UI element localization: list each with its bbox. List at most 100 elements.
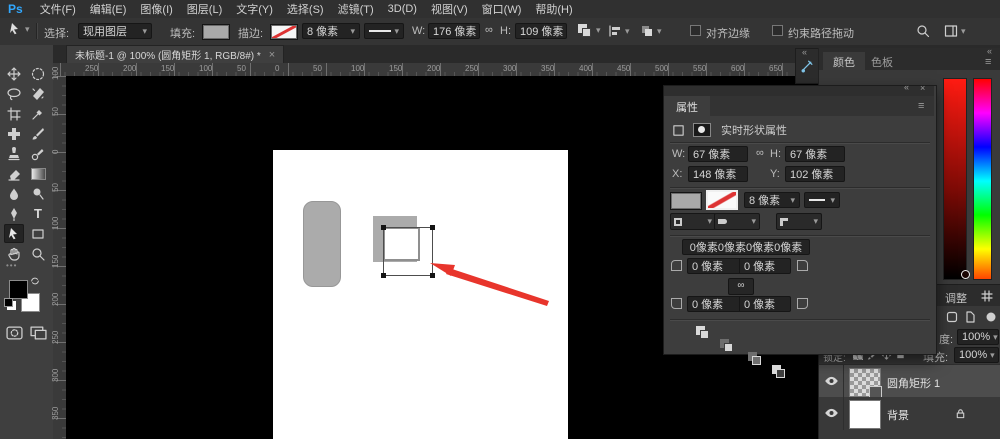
close-panel-icon[interactable]: ×: [920, 83, 925, 93]
width-input[interactable]: 176 像素: [428, 23, 480, 39]
prop-stroke-width-dropdown[interactable]: 8 像素 ▾: [744, 192, 800, 208]
shape-tool[interactable]: [28, 224, 48, 243]
color-spectrum-ramp[interactable]: [973, 78, 992, 280]
tool-preset-button[interactable]: ▾: [8, 22, 30, 36]
stroke-swatch[interactable]: [270, 24, 298, 40]
panel-menu-icon[interactable]: ≡: [918, 100, 924, 112]
menu-window[interactable]: 窗口(W): [475, 0, 529, 19]
close-tab-icon[interactable]: ×: [269, 49, 275, 61]
adjustments-grid-icon[interactable]: [981, 290, 993, 302]
left-ruler[interactable]: 100 50 0 50 100 150 200 250 300 350: [53, 76, 67, 439]
transform-bounding-box[interactable]: [383, 227, 433, 276]
move-tool[interactable]: [4, 64, 24, 83]
stroke-caps-dropdown[interactable]: ▾: [714, 213, 760, 230]
gradient-tool[interactable]: [28, 164, 48, 183]
foreground-color-swatch[interactable]: [9, 280, 28, 299]
filter-pixel-layers-icon[interactable]: [946, 311, 958, 323]
lasso-tool[interactable]: [4, 84, 24, 103]
filter-shape-layers-icon[interactable]: [985, 311, 997, 323]
blur-tool[interactable]: [4, 184, 24, 203]
link-dimensions-icon[interactable]: ∞: [485, 24, 493, 36]
layer-name[interactable]: 圆角矩形 1: [887, 375, 940, 391]
corner-radius-summary-field[interactable]: 0像素0像素0像素0像素: [682, 239, 810, 255]
layer-thumbnail-shape[interactable]: [849, 368, 881, 397]
constrain-drag-checkbox[interactable]: [772, 25, 783, 36]
crop-tool[interactable]: [4, 104, 24, 123]
toolbar-overflow-dots[interactable]: •••: [6, 261, 17, 270]
fill-swatch[interactable]: [202, 24, 230, 40]
menu-3d[interactable]: 3D(D): [381, 1, 424, 17]
select-mode-dropdown[interactable]: 现用图层 ▾: [78, 23, 152, 39]
rounded-rectangle-shape[interactable]: [303, 201, 341, 287]
layer-name[interactable]: 背景: [887, 407, 909, 423]
prop-x-input[interactable]: 148 像素: [688, 166, 748, 182]
healing-brush-tool[interactable]: [4, 124, 24, 143]
menu-layer[interactable]: 图层(L): [180, 0, 229, 19]
stroke-corners-dropdown[interactable]: ▾: [776, 213, 822, 230]
menu-type[interactable]: 文字(Y): [229, 0, 280, 19]
document-tab[interactable]: 未标题-1 @ 100% (圆角矩形 1, RGB/8#) * ×: [66, 45, 284, 63]
tab-properties[interactable]: 属性: [664, 96, 710, 116]
transform-handle[interactable]: [381, 273, 386, 278]
transform-handle[interactable]: [430, 225, 435, 230]
history-brush-tool[interactable]: [28, 144, 48, 163]
transform-handle[interactable]: [381, 225, 386, 230]
zoom-tool[interactable]: [28, 244, 48, 263]
menu-view[interactable]: 视图(V): [424, 0, 475, 19]
filter-adjustment-layers-icon[interactable]: [964, 311, 976, 323]
marquee-tool[interactable]: [28, 64, 48, 83]
prop-w-input[interactable]: 67 像素: [688, 146, 748, 162]
prop-stroke-style-dropdown[interactable]: ▾: [804, 192, 840, 208]
prop-fill-swatch[interactable]: [670, 192, 702, 210]
opacity-dropdown[interactable]: 100% ▾: [957, 329, 999, 345]
eyedropper-tool[interactable]: [28, 104, 48, 123]
transform-handle[interactable]: [430, 273, 435, 278]
menu-image[interactable]: 图像(I): [133, 0, 179, 19]
tab-swatches[interactable]: 色板: [871, 54, 893, 70]
path-alignment-button[interactable]: ▾: [608, 24, 630, 38]
default-colors-icon[interactable]: [4, 298, 13, 307]
prop-h-input[interactable]: 67 像素: [785, 146, 845, 162]
prop-stroke-swatch[interactable]: [706, 190, 738, 210]
pathop-subtract-button[interactable]: [720, 339, 735, 352]
path-arrangement-button[interactable]: ▾: [640, 24, 662, 38]
collapse-panel-icon[interactable]: «: [904, 82, 909, 92]
color-picker-cursor[interactable]: [961, 270, 970, 279]
align-edges-checkbox[interactable]: [690, 25, 701, 36]
quick-selection-tool[interactable]: [28, 84, 48, 103]
collapse-dock-icon[interactable]: «: [802, 47, 807, 57]
swap-colors-icon[interactable]: [30, 276, 40, 286]
properties-panel-dock-icon[interactable]: [799, 59, 814, 74]
stroke-style-dropdown[interactable]: ▾: [364, 23, 404, 39]
screen-mode-button[interactable]: [30, 326, 47, 343]
clone-stamp-tool[interactable]: [4, 144, 24, 163]
visibility-eye-icon[interactable]: [824, 376, 839, 386]
type-tool[interactable]: T: [28, 204, 48, 223]
properties-panel-header[interactable]: « ×: [664, 86, 934, 96]
dodge-tool[interactable]: [28, 184, 48, 203]
visibility-eye-icon[interactable]: [824, 408, 839, 418]
prop-y-input[interactable]: 102 像素: [785, 166, 845, 182]
layer-row-background[interactable]: 背景: [819, 397, 1000, 430]
collapse-dock-icon[interactable]: «: [987, 46, 992, 56]
radius-topright-input[interactable]: 0 像素: [739, 258, 791, 274]
layer-thumbnail-background[interactable]: [849, 400, 881, 429]
search-icon[interactable]: [916, 24, 930, 38]
mask-properties-icon[interactable]: [693, 123, 711, 137]
menu-filter[interactable]: 滤镜(T): [331, 0, 381, 19]
quick-mask-button[interactable]: [6, 326, 23, 343]
tab-color[interactable]: 颜色: [823, 52, 865, 70]
stroke-width-dropdown[interactable]: 8 像素 ▾: [302, 23, 360, 39]
pathop-union-button[interactable]: [696, 326, 711, 339]
path-operations-button[interactable]: ▾: [578, 24, 601, 37]
menu-help[interactable]: 帮助(H): [528, 0, 579, 19]
link-wh-icon[interactable]: ∞: [756, 147, 764, 159]
color-brightness-ramp[interactable]: [943, 78, 967, 280]
pathop-intersect-button[interactable]: [748, 352, 763, 365]
height-input[interactable]: 109 像素: [515, 23, 567, 39]
radius-bottomright-input[interactable]: 0 像素: [739, 296, 791, 312]
link-corners-button[interactable]: ∞: [728, 278, 754, 295]
stroke-align-dropdown[interactable]: ▾: [670, 213, 716, 230]
path-selection-tool[interactable]: [4, 224, 24, 243]
pen-tool[interactable]: [4, 204, 24, 223]
